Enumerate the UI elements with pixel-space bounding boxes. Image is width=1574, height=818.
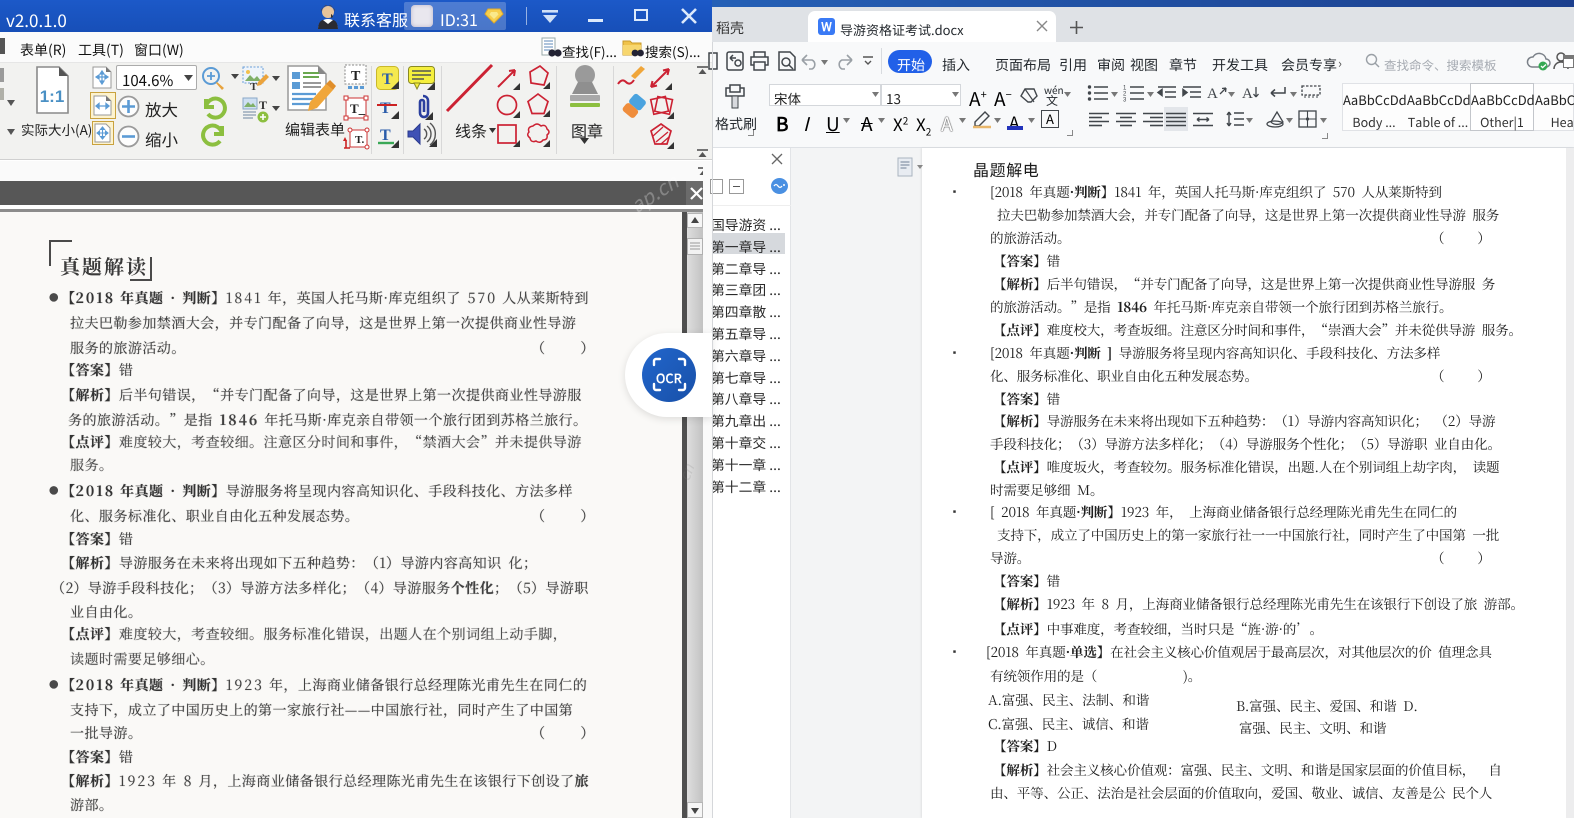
svg-text:T: T [380, 100, 391, 117]
svg-text:T: T [259, 98, 267, 112]
svg-text:T: T [351, 69, 361, 84]
svg-text:T_: T_ [350, 101, 366, 116]
svg-text:1:1: 1:1 [40, 87, 65, 106]
svg-text:T: T [382, 71, 393, 88]
svg-text:T: T [380, 127, 391, 144]
svg-text:T.: T. [355, 134, 365, 146]
svg-text:T: T [250, 81, 258, 93]
svg-text:A: A [1207, 86, 1218, 102]
svg-text:A: A [1242, 86, 1253, 102]
